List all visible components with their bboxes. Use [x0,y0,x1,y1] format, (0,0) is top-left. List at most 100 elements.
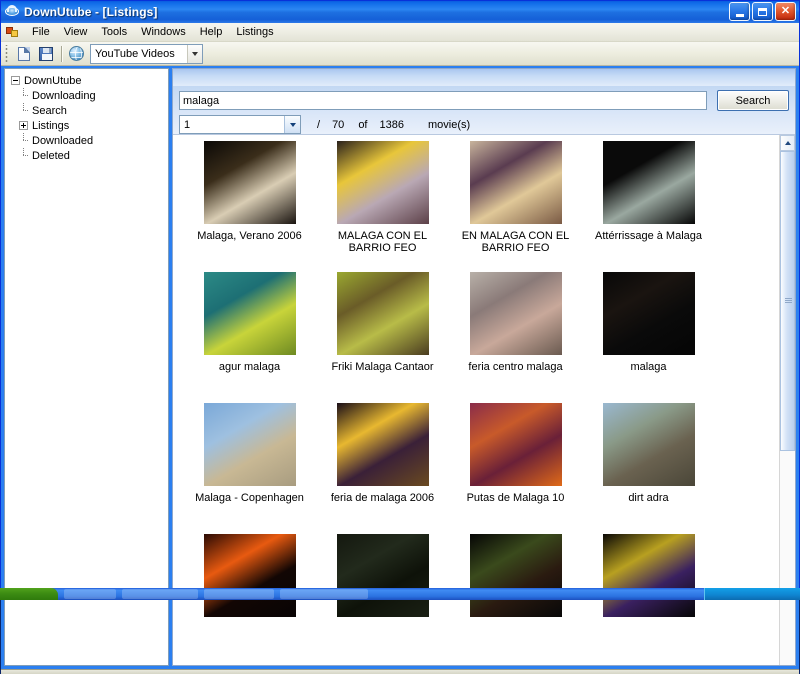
video-thumbnail[interactable] [470,534,562,617]
video-thumbnail[interactable] [470,141,562,224]
result-item[interactable]: Putas de Malaga 10 [449,403,582,534]
video-caption: Attérrissage à Malaga [586,230,711,242]
vertical-scrollbar[interactable] [779,135,795,665]
page-separator: / [317,119,320,131]
taskbar-button[interactable] [122,589,198,599]
video-thumbnail[interactable] [603,272,695,355]
page-select-value: 1 [180,119,284,131]
video-thumbnail[interactable] [470,403,562,486]
menu-item-listings[interactable]: Listings [229,24,280,40]
result-item[interactable]: EN MALAGA CON EL BARRIO FEO [449,141,582,272]
system-tray[interactable] [704,588,800,600]
application-window: DownUtube - [Listings] ✕ File View Tools… [0,0,800,588]
mdi-client-area: DownUtube Downloading Search Listings Do… [1,66,799,669]
search-input[interactable] [179,91,707,110]
video-thumbnail[interactable] [337,403,429,486]
result-item[interactable]: malaga [582,272,715,403]
taskbar [0,588,800,600]
tree-node-label: Downloading [32,90,96,102]
scrollbar-track[interactable] [780,451,795,665]
scroll-up-button[interactable] [780,135,795,151]
tree-node-search[interactable]: Search [7,103,166,118]
video-caption: malaga [586,361,711,373]
tree-node-label: Search [32,105,67,117]
video-thumbnail[interactable] [603,534,695,617]
video-thumbnail[interactable] [603,141,695,224]
web-source-button[interactable] [66,43,87,64]
video-thumbnail[interactable] [337,272,429,355]
save-button[interactable] [35,43,56,64]
source-combo-value: YouTube Videos [91,48,187,60]
taskbar-button[interactable] [64,589,116,599]
video-caption: Malaga, Verano 2006 [187,230,312,242]
video-thumbnail[interactable] [204,141,296,224]
status-bar [1,669,799,674]
menu-item-help[interactable]: Help [193,24,230,40]
tree-node-downloading[interactable]: Downloading [7,88,166,103]
tree-node-label: Downloaded [32,135,93,147]
video-thumbnail[interactable] [204,403,296,486]
result-item[interactable]: Malaga, Verano 2006 [183,141,316,272]
result-item[interactable]: Malaga - Copenhagen [183,403,316,534]
tree-node-deleted[interactable]: Deleted [7,148,166,163]
tree-node-label: Listings [32,120,69,132]
menu-item-view[interactable]: View [57,24,95,40]
result-item[interactable]: dirt adra [582,403,715,534]
new-document-icon [18,47,30,61]
search-panel: Search 1 / 70 of 1386 movie(s) [173,86,795,134]
video-caption: Putas de Malaga 10 [453,492,578,504]
close-button[interactable]: ✕ [775,2,796,21]
tree-node-listings[interactable]: Listings [7,118,166,133]
minimize-button[interactable] [729,2,750,21]
video-caption: Friki Malaga Cantaor [320,361,445,373]
scroll-up-icon [785,141,791,145]
tree-expander-icon[interactable] [19,121,28,130]
video-caption: Malaga - Copenhagen [187,492,312,504]
video-caption: EN MALAGA CON EL BARRIO FEO [453,230,578,254]
video-thumbnail[interactable] [204,272,296,355]
child-window-titlebar [173,69,795,86]
item-unit-label: movie(s) [428,119,470,131]
tree-node-downutube[interactable]: DownUtube [7,73,166,88]
app-disc-icon [4,4,20,20]
menu-item-tools[interactable]: Tools [94,24,134,40]
tree-node-label: DownUtube [24,75,81,87]
video-thumbnail[interactable] [470,272,562,355]
search-button[interactable]: Search [717,90,789,111]
page-select-arrow[interactable] [284,116,300,133]
of-label: of [358,119,367,131]
new-document-button[interactable] [13,43,34,64]
tree-node-downloaded[interactable]: Downloaded [7,133,166,148]
result-item[interactable]: Attérrissage à Malaga [582,141,715,272]
video-thumbnail[interactable] [337,141,429,224]
video-thumbnail[interactable] [337,534,429,617]
maximize-button[interactable] [752,2,773,21]
source-combo-arrow[interactable] [187,45,202,63]
navigation-tree[interactable]: DownUtube Downloading Search Listings Do… [4,68,169,666]
mdi-document-icon[interactable] [4,24,20,40]
result-item[interactable]: Friki Malaga Cantaor [316,272,449,403]
source-combo[interactable]: YouTube Videos [90,44,203,64]
result-item[interactable]: feria centro malaga [449,272,582,403]
toolbar-grip[interactable] [4,45,10,63]
scrollbar-thumb[interactable] [780,151,795,451]
video-thumbnail[interactable] [204,534,296,617]
thumbnail-grid: Malaga, Verano 2006 MALAGA CON EL BARRIO … [173,135,779,665]
result-item[interactable]: feria de malaga 2006 [316,403,449,534]
globe-icon [69,46,84,61]
taskbar-button[interactable] [280,589,368,599]
result-item[interactable]: agur malaga [183,272,316,403]
results-area: Malaga, Verano 2006 MALAGA CON EL BARRIO … [173,134,795,665]
tree-node-label: Deleted [32,150,70,162]
taskbar-button[interactable] [204,589,274,599]
menu-item-file[interactable]: File [25,24,57,40]
menu-bar: File View Tools Windows Help Listings [1,23,799,42]
tree-elbow-icon [19,88,28,103]
result-item[interactable]: MALAGA CON EL BARRIO FEO [316,141,449,272]
menu-item-windows[interactable]: Windows [134,24,193,40]
video-caption: agur malaga [187,361,312,373]
tree-expander-icon[interactable] [11,76,20,85]
start-button[interactable] [0,588,58,600]
video-thumbnail[interactable] [603,403,695,486]
page-select[interactable]: 1 [179,115,301,134]
